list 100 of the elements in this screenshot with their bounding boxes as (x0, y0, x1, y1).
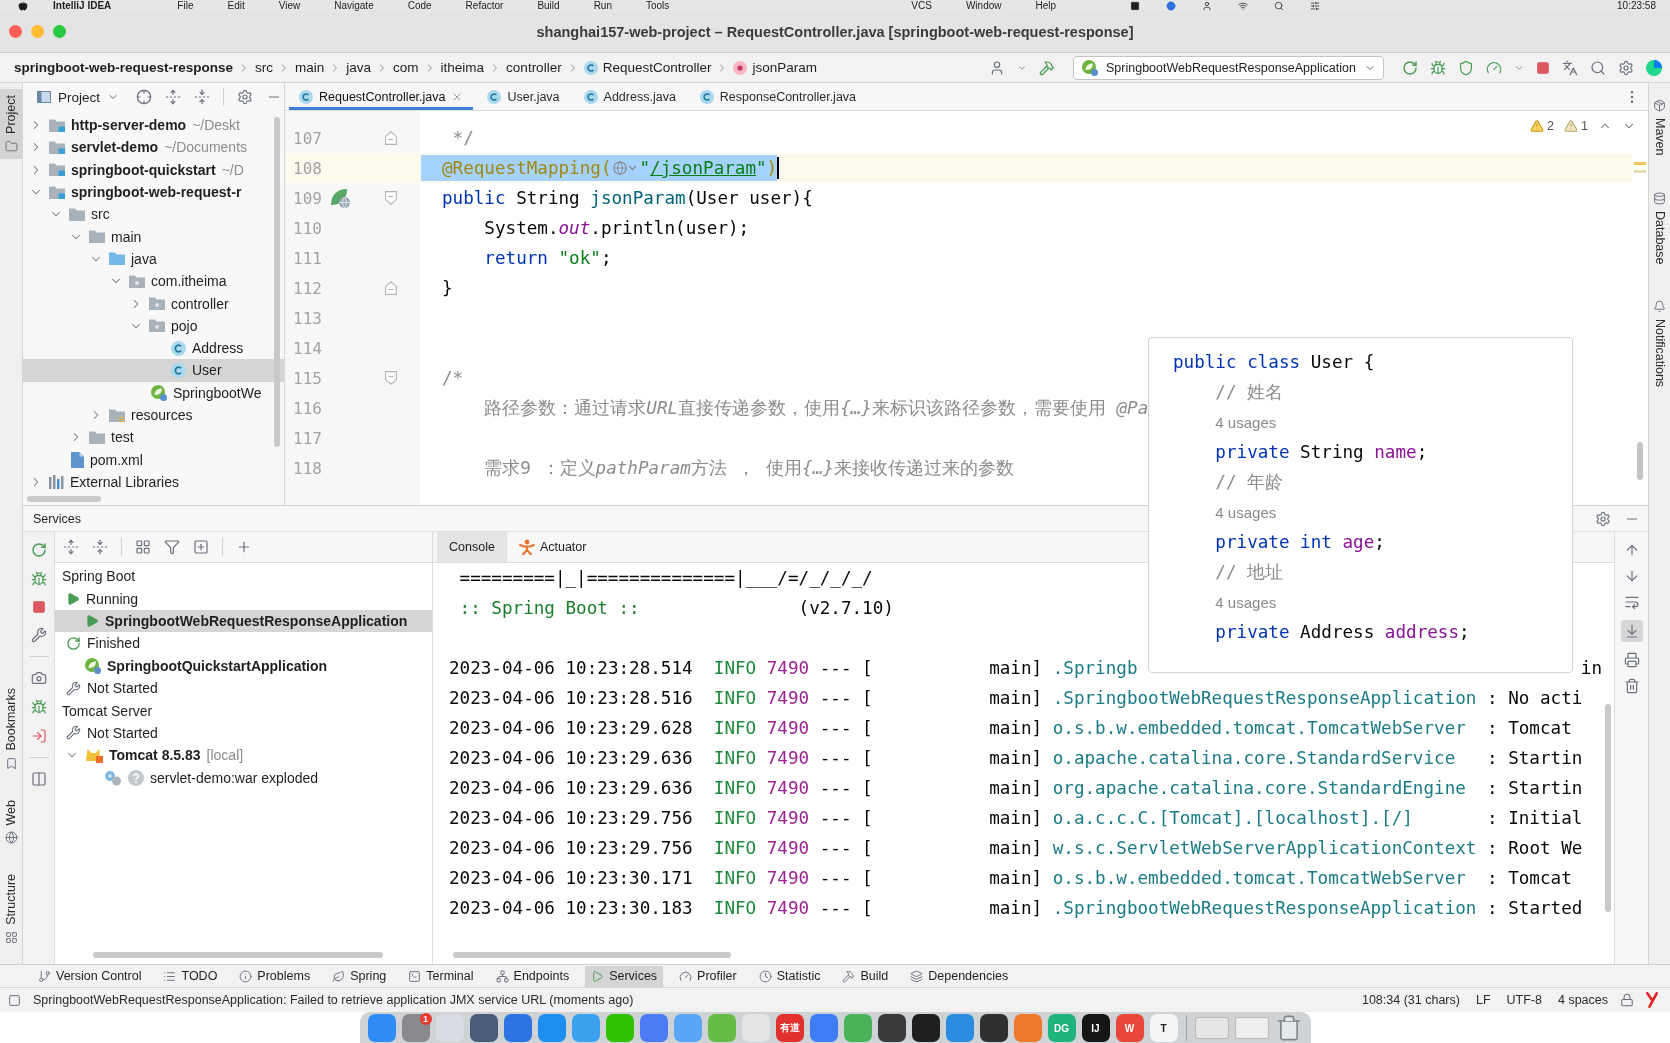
user-icon[interactable] (989, 59, 1005, 76)
console-tab[interactable]: Console (437, 532, 507, 562)
tree-item[interactable]: http-server-demo ~/Deskt (29, 114, 240, 137)
camera-icon[interactable] (30, 670, 47, 686)
minus-pentagon-icon[interactable] (384, 281, 397, 295)
tool-window-tab[interactable]: Notifications (1649, 294, 1670, 394)
menu-item[interactable]: Edit (227, 0, 245, 11)
tool-window-button[interactable]: Statistic (752, 965, 827, 987)
menu-item[interactable]: Build (537, 0, 560, 11)
tool-window-button[interactable]: Services (585, 965, 664, 987)
wrench-icon[interactable] (30, 627, 47, 643)
menu-item[interactable]: Window (965, 0, 1002, 11)
fold-vertical-icon[interactable] (92, 539, 108, 555)
tree-item[interactable]: Spring Boot (62, 565, 136, 588)
scrollbar-thumb[interactable] (453, 952, 731, 958)
app-icon[interactable] (877, 1014, 906, 1042)
tree-item[interactable]: main (69, 225, 142, 248)
translate-icon[interactable] (1562, 59, 1578, 76)
trash-icon[interactable] (1623, 678, 1640, 694)
tree-item[interactable]: pojo (129, 314, 198, 337)
unfold-vertical-icon[interactable] (165, 89, 182, 105)
sliders-icon[interactable] (1310, 0, 1321, 11)
tool-window-button[interactable]: Version Control (32, 965, 148, 987)
bug-icon[interactable] (1430, 59, 1446, 76)
zoom-button[interactable] (53, 25, 66, 38)
menu-item[interactable]: Code (407, 0, 432, 11)
breadcrumb-item[interactable]: jsonParam (733, 60, 817, 75)
tree-item[interactable]: servlet-demo:war exploded (104, 766, 319, 789)
menu-app-name[interactable]: IntelliJ IDEA (53, 0, 112, 11)
menu-item[interactable]: File (177, 0, 194, 11)
scrollbar-thumb[interactable] (93, 952, 383, 958)
warning-marker[interactable] (1634, 162, 1646, 165)
tool-window-tab[interactable]: Project (0, 89, 22, 159)
tool-window-button[interactable]: Endpoints (489, 965, 576, 987)
usages-link[interactable]: 4 usages (1215, 592, 1277, 612)
tree-item[interactable]: SpringbootQuickstartApplication (85, 654, 328, 677)
unfold-vertical-icon[interactable] (63, 539, 79, 555)
tool-window-button[interactable]: Problems (233, 965, 317, 987)
tree-item[interactable]: java (89, 247, 157, 271)
tree-item[interactable]: External Libraries (29, 470, 179, 494)
stop-icon[interactable] (1536, 60, 1550, 75)
tree-item[interactable]: Address (171, 336, 244, 360)
search-icon[interactable] (1590, 59, 1606, 76)
app-icon[interactable]: 1 (401, 1014, 430, 1042)
lock-icon[interactable] (1620, 993, 1634, 1007)
circle-icon[interactable] (1166, 0, 1177, 11)
caret-position[interactable]: 108:34 (31 chars) (1361, 993, 1460, 1007)
grid-icon[interactable] (135, 539, 151, 555)
tree-item[interactable]: com.itheima (109, 270, 227, 293)
indent-setting[interactable]: 4 spaces (1557, 993, 1608, 1007)
app-icon[interactable] (911, 1014, 940, 1042)
tree-item[interactable]: SpringbootWe (151, 381, 262, 404)
plus-icon[interactable] (236, 539, 252, 555)
breadcrumb-item[interactable]: itheima (440, 60, 485, 75)
app-icon[interactable]: IJ (1081, 1014, 1110, 1042)
menu-item[interactable]: Tools (646, 0, 670, 11)
menu-item[interactable]: Refactor (465, 0, 504, 11)
tool-window-button[interactable]: Terminal (402, 965, 480, 987)
tree-item[interactable]: springboot-web-request-r (29, 180, 242, 204)
settings-icon[interactable] (237, 89, 254, 105)
breadcrumb-item[interactable]: src (255, 60, 274, 75)
logo-icon[interactable] (1646, 992, 1658, 1008)
warning-count[interactable]: 2 (1530, 119, 1555, 133)
console-tab[interactable]: Actuator (506, 532, 599, 562)
scrollbar-thumb[interactable] (274, 117, 280, 447)
settings-icon[interactable] (1595, 510, 1611, 527)
warning-marker[interactable] (1634, 170, 1646, 173)
tool-window-tab[interactable]: Web (0, 793, 22, 851)
tree-item[interactable]: servlet-demo ~/Documents (29, 136, 248, 159)
scroll-to-end-icon[interactable] (1620, 620, 1643, 642)
tool-window-button[interactable]: Build (836, 965, 895, 987)
menu-item[interactable]: View (278, 0, 301, 11)
tree-item[interactable]: resources (89, 403, 193, 427)
refresh-icon[interactable] (30, 542, 47, 558)
hammer-icon[interactable] (1039, 59, 1055, 76)
breadcrumb-item[interactable]: controller (506, 60, 562, 75)
status-message[interactable]: SpringbootWebRequestResponseApplication: Failed to retrieve application JMX service URL (moments ago) (33, 993, 634, 1007)
wifi-icon[interactable] (1238, 0, 1249, 11)
gauge-icon[interactable] (1486, 59, 1502, 76)
crosshair-icon[interactable] (136, 89, 153, 105)
scrollbar-thumb[interactable] (1637, 442, 1643, 480)
breadcrumb-item[interactable]: java (346, 60, 372, 75)
usages-link[interactable]: 4 usages (1215, 502, 1277, 522)
minus-pentagon-icon[interactable] (384, 371, 397, 385)
user-icon[interactable] (1202, 0, 1213, 11)
tool-window-button[interactable]: Profiler (673, 965, 743, 987)
columns-icon[interactable] (30, 771, 47, 787)
bug-icon[interactable] (30, 699, 47, 715)
tree-item[interactable]: SpringbootWebRequestResponseApplication (55, 609, 432, 633)
editor-tab[interactable]: Address.java (573, 83, 686, 110)
window-thumbnail[interactable] (1194, 1017, 1229, 1039)
fold-vertical-icon[interactable] (194, 89, 211, 105)
apple-icon[interactable] (18, 0, 28, 11)
bug-icon[interactable] (30, 571, 47, 587)
breadcrumb-item[interactable]: springboot-web-request-response (14, 60, 234, 75)
menu-item[interactable]: Run (593, 0, 612, 11)
globe-caret-icon[interactable] (613, 161, 638, 175)
logo-icon[interactable] (1646, 59, 1662, 76)
app-icon[interactable] (979, 1014, 1008, 1042)
tree-item[interactable]: Running (66, 587, 139, 610)
